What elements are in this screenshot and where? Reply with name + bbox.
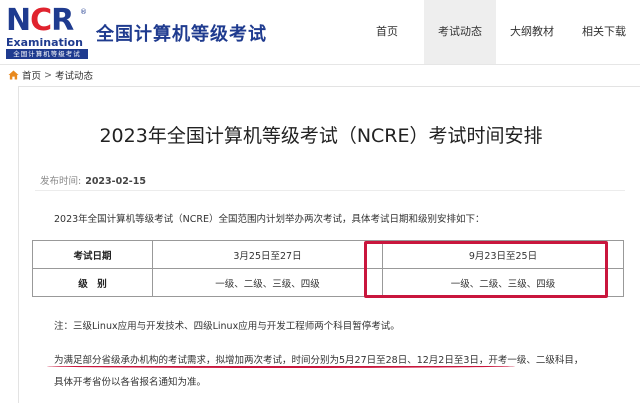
article-note: 注：三级Linux应用与开发技术、四级Linux应用与开发工程师两个科目暂停考试…	[54, 321, 400, 332]
article-intro: 2023年全国计算机等级考试（NCRE）全国范围内计划举办两次考试，具体考试日期…	[54, 214, 485, 225]
main-nav: 首页 考试动态 大纲教材 相关下载	[352, 0, 640, 64]
article-paragraph-2: 具体开考省份以各省报名通知为准。	[54, 377, 207, 388]
cell-level-session-2: 一级、二级、三级、四级	[382, 268, 624, 297]
cell-level-session-1: 一级、二级、三级、四级	[152, 268, 383, 297]
table-row: 级 别 一级、二级、三级、四级 一级、二级、三级、四级	[32, 268, 624, 297]
cell-date-session-2: 9月23日至25日	[382, 240, 624, 269]
breadcrumb: 首页 > 考试动态	[8, 68, 93, 82]
row-header-level: 级 别	[32, 268, 153, 297]
ncre-logo[interactable]: NCR ® Examination 全国计算机等级考试	[6, 3, 88, 59]
article-panel: 2023年全国计算机等级考试（NCRE）考试时间安排 发布时间: 2023-02-…	[18, 86, 640, 403]
row-header-date: 考试日期	[32, 240, 153, 269]
header-divider	[0, 64, 640, 65]
article-paragraph-1: 为满足部分省级承办机构的考试需求，拟增加两次考试，时间分别为5月27日至28日、…	[54, 355, 584, 366]
nav-item-exam-news[interactable]: 考试动态	[424, 0, 496, 64]
nav-item-syllabus[interactable]: 大纲教材	[496, 0, 568, 64]
article-meta: 发布时间: 2023-02-15	[40, 173, 146, 187]
breadcrumb-separator: >	[44, 69, 52, 81]
breadcrumb-current[interactable]: 考试动态	[55, 68, 93, 82]
home-icon	[8, 70, 19, 80]
breadcrumb-home[interactable]: 首页	[22, 68, 41, 82]
cell-date-session-1: 3月25日至27日	[152, 240, 383, 269]
nav-item-home[interactable]: 首页	[352, 0, 424, 64]
site-title[interactable]: 全国计算机等级考试	[96, 20, 267, 46]
table-row: 考试日期 3月25日至27日 9月23日至25日	[32, 240, 624, 269]
logo-mark: NCR	[6, 3, 74, 38]
logo-subtitle: 全国计算机等级考试	[6, 49, 88, 59]
meta-divider	[35, 190, 625, 191]
publish-date: 2023-02-15	[85, 176, 146, 187]
schedule-table: 考试日期 3月25日至27日 9月23日至25日 级 别 一级、二级、三级、四级…	[32, 240, 624, 297]
nav-item-downloads[interactable]: 相关下载	[568, 0, 640, 64]
article-title: 2023年全国计算机等级考试（NCRE）考试时间安排	[99, 125, 543, 147]
logo-examination-text: Examination	[6, 36, 83, 49]
registered-mark: ®	[80, 8, 87, 16]
publish-label: 发布时间:	[40, 176, 82, 187]
site-header: NCR ® Examination 全国计算机等级考试 全国计算机等级考试 首页…	[0, 0, 640, 64]
